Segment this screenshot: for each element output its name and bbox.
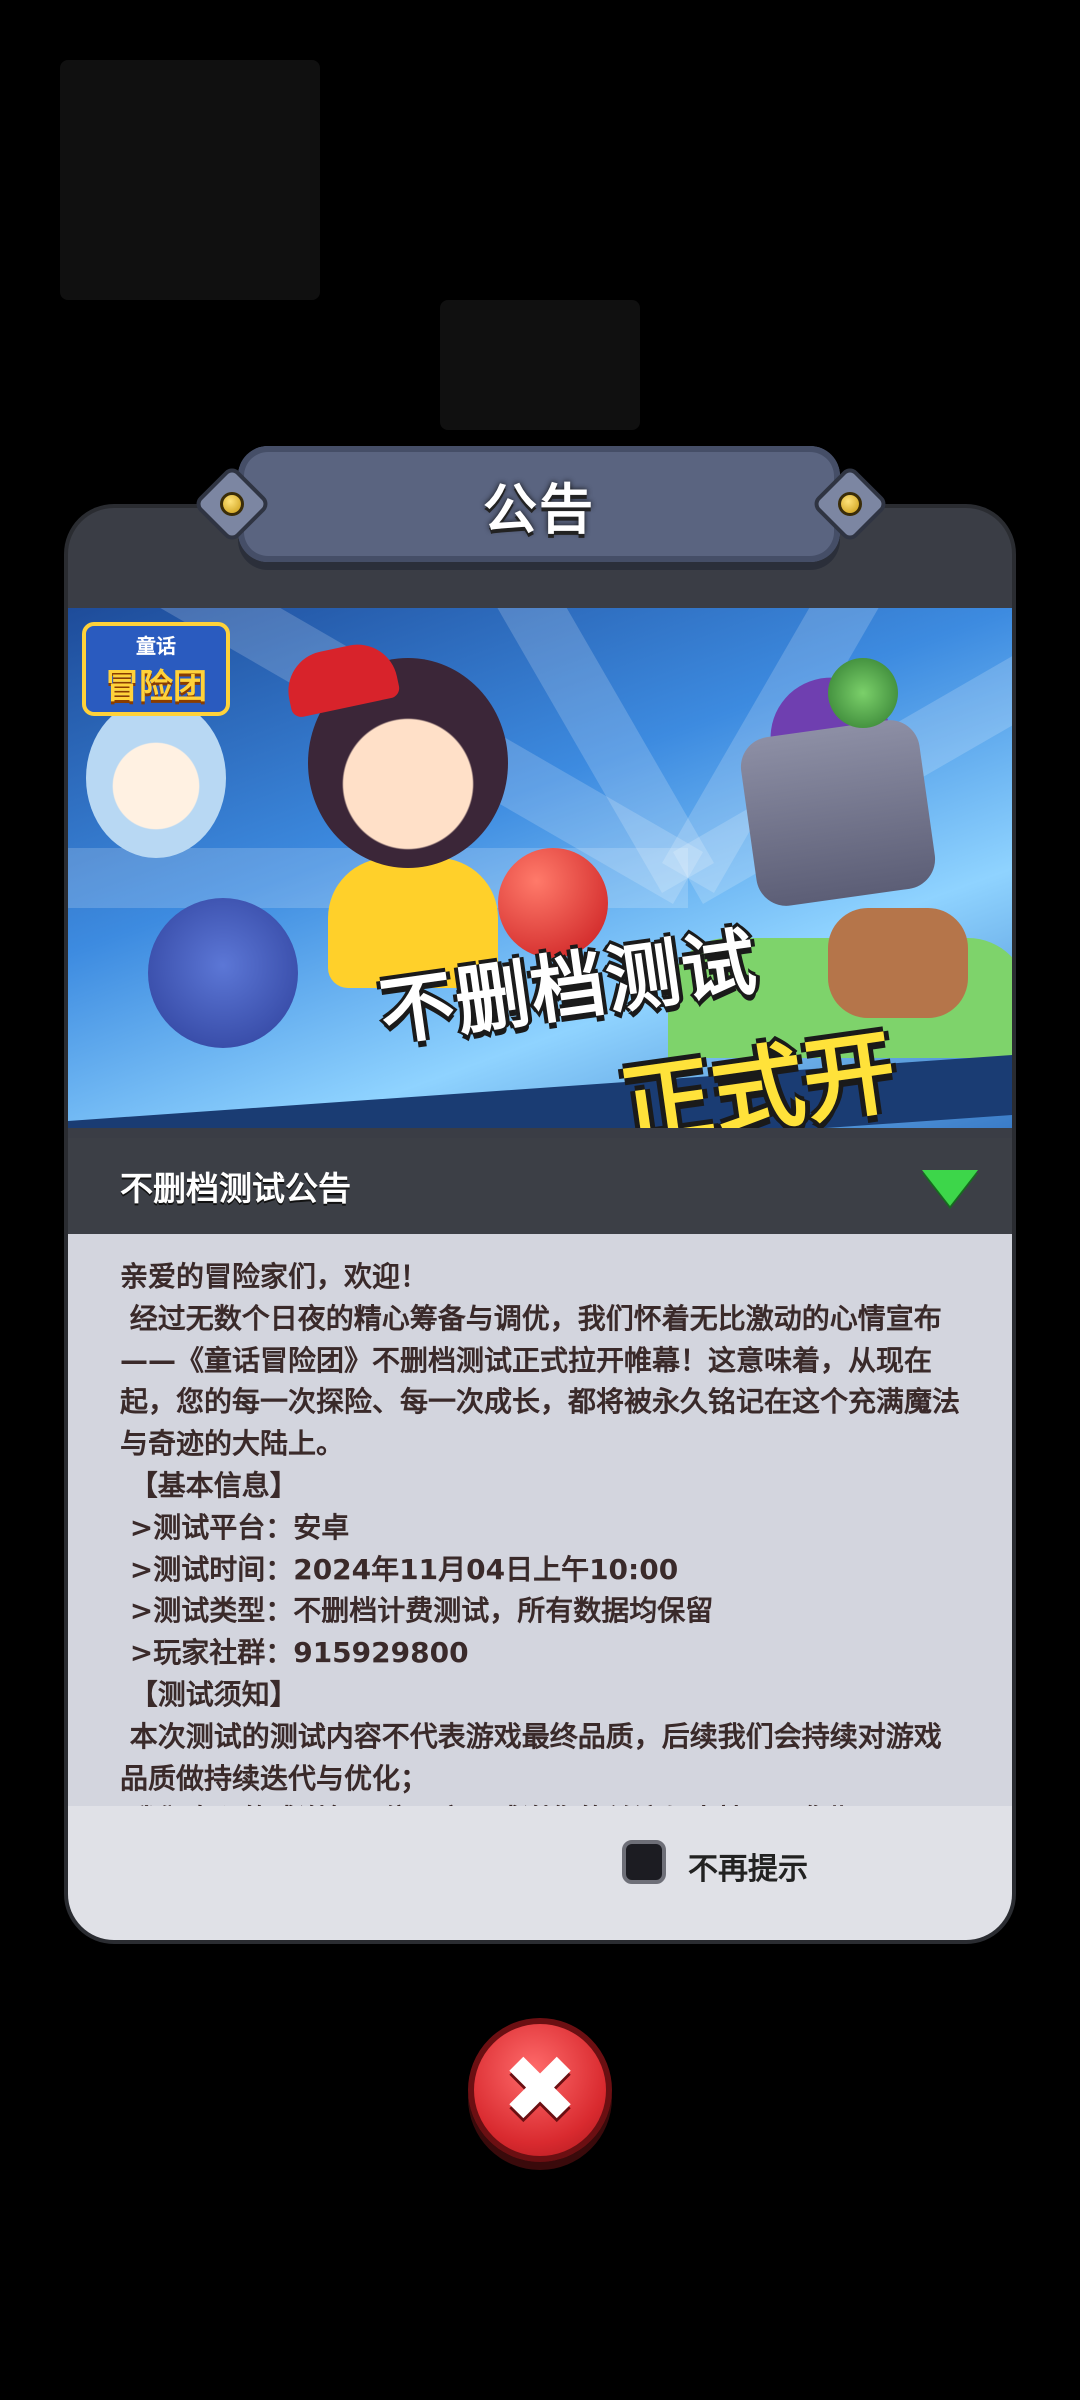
bush-monster [828,658,898,728]
background-panel [440,300,640,430]
game-logo: 童话 冒险团 [82,622,230,716]
announcement-text: 亲爱的冒险家们，欢迎！ 经过无数个日夜的精心筹备与调优，我们怀着无比激动的心情宣… [120,1260,961,1806]
announcement-content[interactable]: 亲爱的冒险家们，欢迎！ 经过无数个日夜的精心筹备与调优，我们怀着无比激动的心情宣… [68,1234,1012,1806]
background-panel [60,60,320,300]
event-banner: 童话 冒险团 不删档测试 正式开启! [68,608,1012,1128]
right-gem-ornament-icon [810,464,890,544]
witch-character [86,698,226,858]
announcement-section-header[interactable]: 不删档测试公告 [68,1138,1012,1234]
dialog-title: 公告 [483,477,595,541]
triangle-down-icon[interactable] [922,1170,978,1206]
close-button[interactable]: ✖ [468,2018,612,2162]
dialog-title-bar: 公告 [238,446,840,562]
dialog-footer: 不再提示 [68,1806,1012,1940]
dont-show-again-label[interactable]: 不再提示 [688,1844,808,1888]
close-x-icon: ✖ [501,2036,579,2143]
announcement-dialog: 童话 冒险团 不删档测试 正式开启! 不删档测试公告 亲爱的冒险家们，欢迎！ 经… [68,508,1012,1940]
left-gem-ornament-icon [192,464,272,544]
golem-character-body [737,716,939,910]
genie-character [148,898,298,1048]
dont-show-again-checkbox[interactable] [622,1840,666,1884]
section-title: 不删档测试公告 [120,1169,351,1208]
